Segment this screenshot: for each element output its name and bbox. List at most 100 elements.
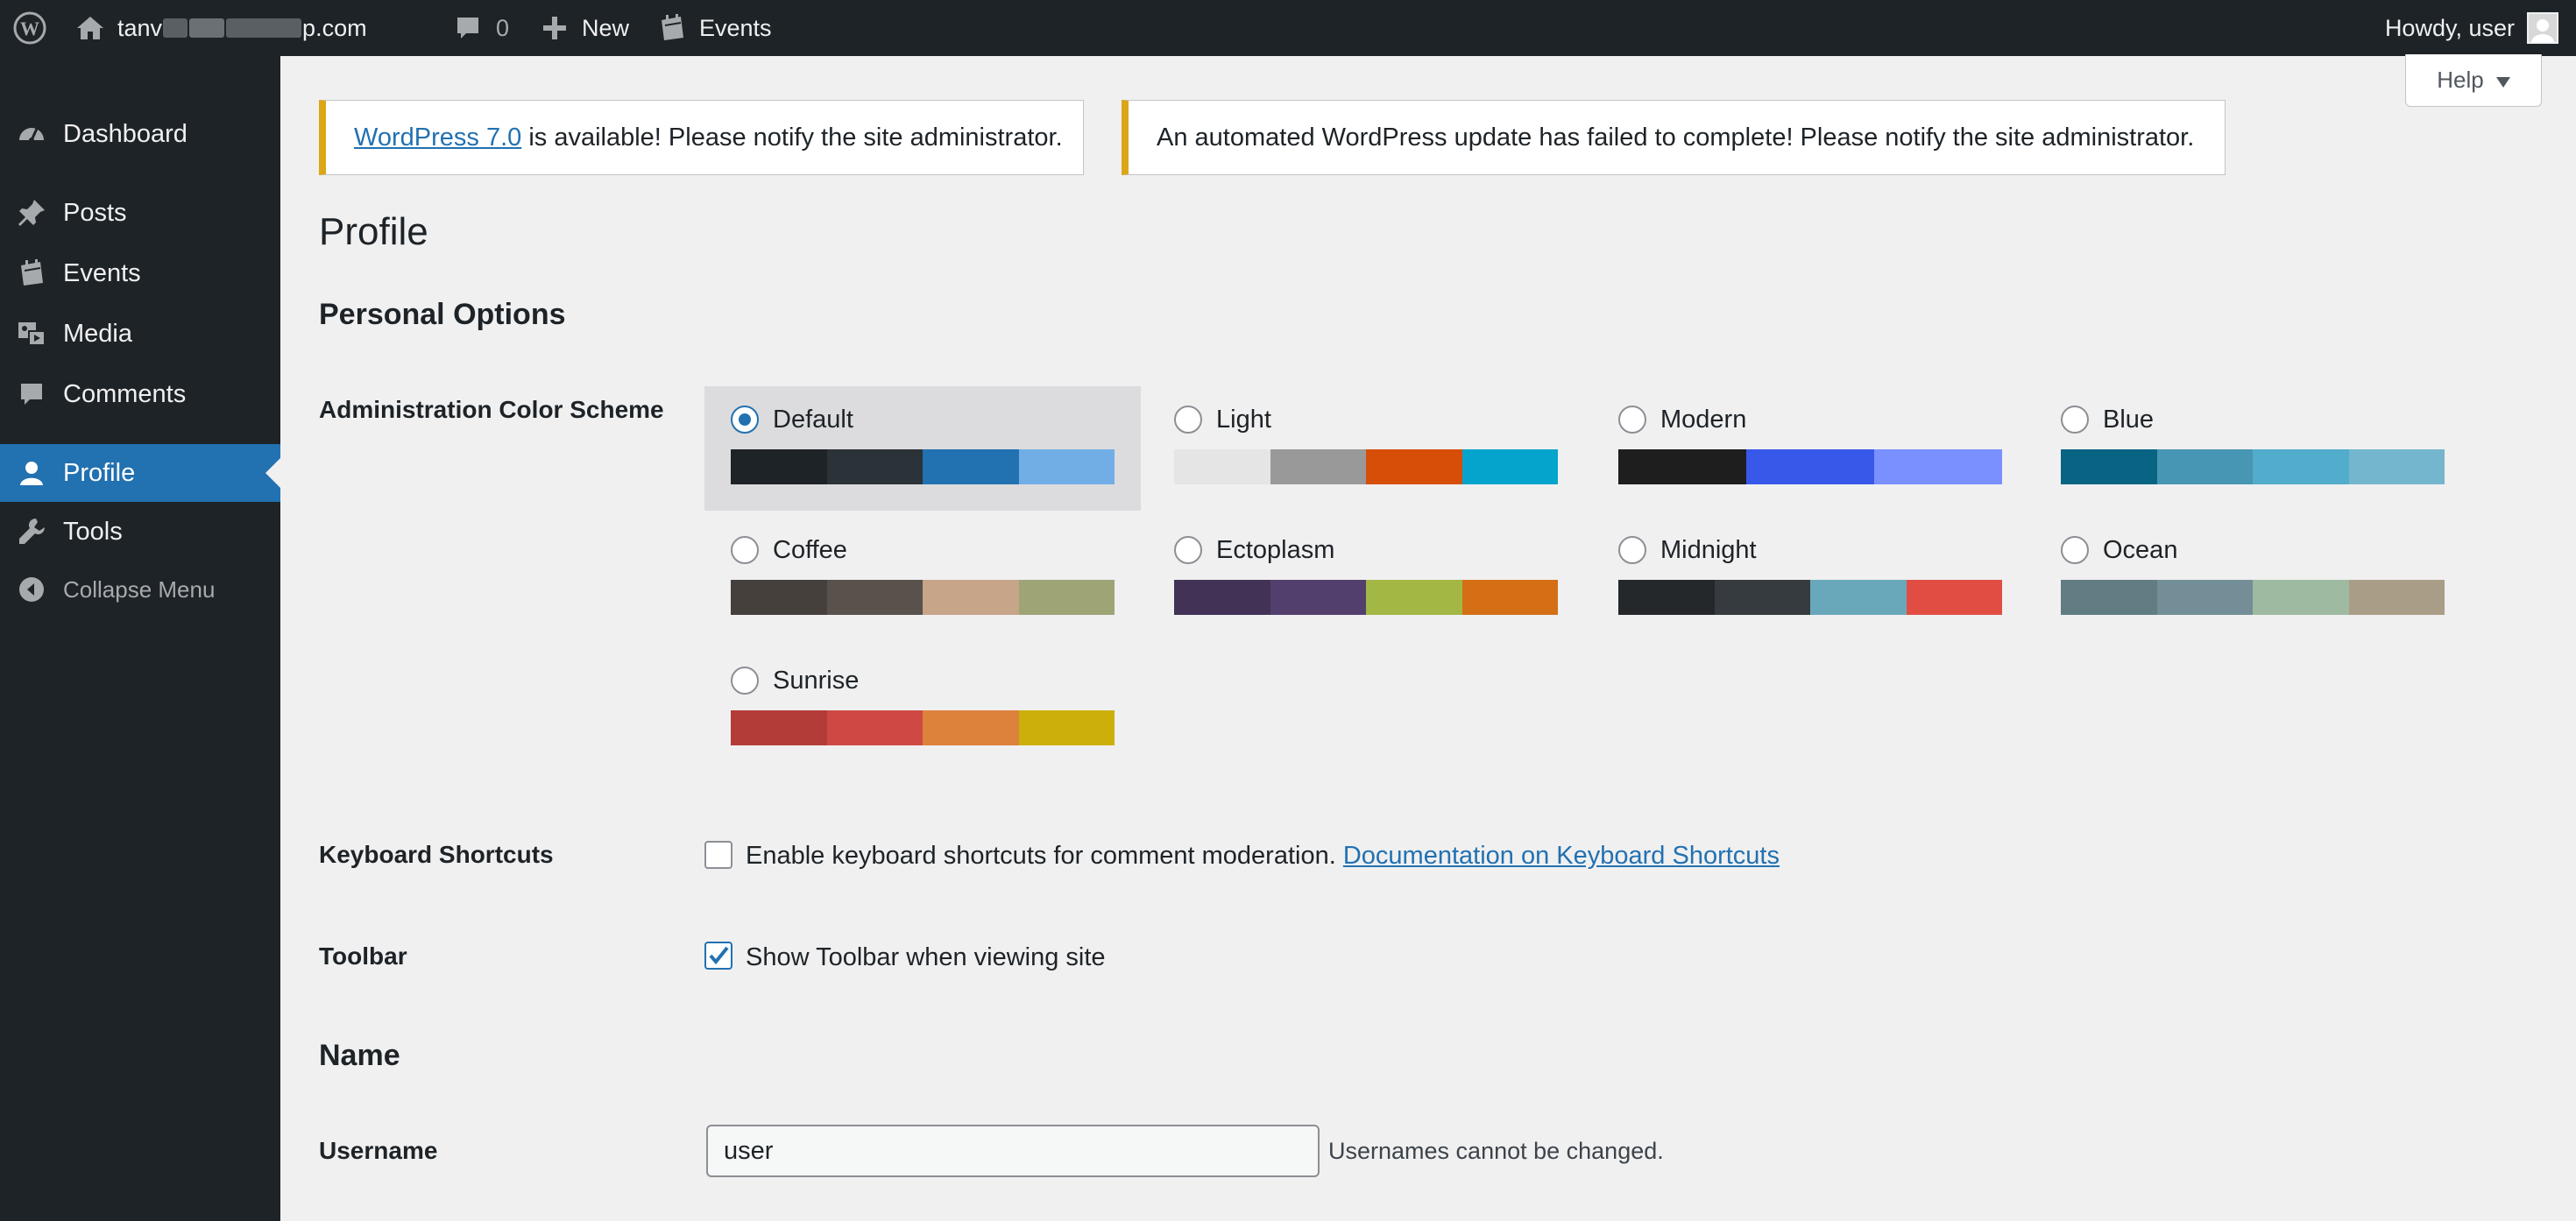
- site-name-suffix: p.com: [302, 14, 367, 41]
- color-scheme-radio[interactable]: [1618, 536, 1646, 564]
- show-toolbar-text: Show Toolbar when viewing site: [746, 943, 1106, 971]
- color-scheme-option[interactable]: Default: [704, 386, 1141, 511]
- admin-sidebar-menu: Dashboard Posts Events Media Comments Pr…: [0, 56, 280, 1221]
- color-swatches: [1174, 580, 1558, 615]
- help-tab-button[interactable]: Help: [2405, 54, 2542, 107]
- color-swatch: [2253, 449, 2349, 484]
- color-swatch: [1746, 449, 1874, 484]
- color-swatch: [1618, 580, 1715, 615]
- calendar-icon: [657, 13, 687, 43]
- color-swatch: [923, 449, 1019, 484]
- color-swatches: [731, 580, 1115, 615]
- color-scheme-radio[interactable]: [731, 406, 759, 434]
- color-swatches: [2061, 449, 2445, 484]
- color-swatch: [731, 449, 827, 484]
- sidebar-item-tools[interactable]: Tools: [0, 503, 280, 561]
- color-scheme-option[interactable]: Midnight: [1592, 517, 2028, 641]
- keyboard-shortcuts-docs-link[interactable]: Documentation on Keyboard Shortcuts: [1343, 842, 1780, 870]
- comments-link[interactable]: 0: [454, 0, 509, 56]
- new-label: New: [582, 14, 630, 41]
- color-swatch: [2061, 449, 2157, 484]
- color-scheme-option[interactable]: Modern: [1592, 386, 2028, 511]
- account-menu[interactable]: Howdy, user: [2385, 0, 2558, 56]
- sidebar-item-media[interactable]: Media: [0, 305, 280, 363]
- color-scheme-label: Administration Color Scheme: [319, 396, 664, 423]
- sidebar-item-dashboard[interactable]: Dashboard: [0, 105, 280, 163]
- color-scheme-option[interactable]: Ectoplasm: [1148, 517, 1584, 641]
- collapse-menu-button[interactable]: Collapse Menu: [0, 561, 280, 618]
- pin-icon: [16, 197, 47, 229]
- keyboard-shortcuts-label: Keyboard Shortcuts: [319, 841, 554, 868]
- calendar-icon: [16, 258, 47, 289]
- color-scheme-option[interactable]: Sunrise: [704, 647, 1141, 772]
- events-label: Events: [699, 14, 772, 41]
- color-scheme-option[interactable]: Blue: [2035, 386, 2471, 511]
- color-scheme-option[interactable]: Light: [1148, 386, 1584, 511]
- user-icon: [16, 457, 47, 489]
- color-scheme-radio[interactable]: [2061, 406, 2089, 434]
- site-name-prefix: tanv: [117, 14, 163, 41]
- color-swatch: [1714, 580, 1810, 615]
- color-swatch: [2253, 580, 2349, 615]
- wordpress-version-link[interactable]: WordPress 7.0: [354, 124, 521, 152]
- color-swatch: [826, 710, 923, 745]
- plus-icon: [541, 15, 568, 41]
- color-swatch: [2156, 580, 2253, 615]
- color-swatch: [826, 449, 923, 484]
- blurred-text: [189, 18, 225, 38]
- comments-count: 0: [496, 14, 510, 41]
- wordpress-logo-icon[interactable]: W: [12, 0, 47, 56]
- sidebar-item-events[interactable]: Events: [0, 244, 280, 302]
- color-swatch: [923, 580, 1019, 615]
- media-icon: [16, 318, 47, 349]
- site-name-link[interactable]: tanv p.com: [75, 0, 367, 56]
- color-swatch: [1270, 449, 1366, 484]
- new-content-link[interactable]: New: [541, 0, 629, 56]
- color-swatch: [1461, 580, 1558, 615]
- home-icon: [75, 14, 105, 42]
- color-scheme-radio[interactable]: [1174, 536, 1202, 564]
- color-swatch: [923, 710, 1019, 745]
- color-scheme-radio[interactable]: [1174, 406, 1202, 434]
- color-swatch: [1018, 449, 1115, 484]
- color-scheme-radio[interactable]: [1618, 406, 1646, 434]
- name-section-heading: Name: [319, 1039, 400, 1072]
- color-swatch: [1174, 580, 1270, 615]
- collapse-icon: [16, 574, 47, 605]
- sidebar-item-profile[interactable]: Profile: [0, 444, 280, 502]
- color-scheme-option[interactable]: Coffee: [704, 517, 1141, 641]
- dashboard-icon: [16, 118, 47, 150]
- color-swatch: [731, 710, 827, 745]
- wrench-icon: [16, 516, 47, 547]
- color-scheme-option[interactable]: Ocean: [2035, 517, 2471, 641]
- update-failed-text: An automated WordPress update has failed…: [1157, 123, 2195, 152]
- username-description: Usernames cannot be changed.: [1328, 1138, 1664, 1164]
- page-title: Profile: [319, 210, 428, 253]
- username-input[interactable]: [706, 1125, 1320, 1177]
- color-swatch: [2348, 449, 2445, 484]
- color-swatch: [2348, 580, 2445, 615]
- keyboard-shortcuts-checkbox[interactable]: [704, 841, 732, 869]
- color-swatch: [1366, 580, 1462, 615]
- color-scheme-radio[interactable]: [731, 536, 759, 564]
- color-swatch: [2156, 449, 2253, 484]
- sidebar-item-comments[interactable]: Comments: [0, 365, 280, 423]
- color-swatch: [1810, 580, 1907, 615]
- color-scheme-radio[interactable]: [2061, 536, 2089, 564]
- color-swatches: [1174, 449, 1558, 484]
- comment-icon: [16, 378, 47, 410]
- checkmark-icon: [709, 946, 729, 965]
- color-swatch: [1174, 449, 1270, 484]
- color-swatch: [1618, 449, 1746, 484]
- color-swatch: [1270, 580, 1366, 615]
- events-link[interactable]: Events: [657, 0, 772, 56]
- color-swatches: [1618, 580, 2002, 615]
- update-failed-notice: An automated WordPress update has failed…: [1122, 100, 2226, 175]
- show-toolbar-checkbox[interactable]: [704, 942, 732, 970]
- color-scheme-radio[interactable]: [731, 667, 759, 695]
- color-swatch: [1018, 710, 1115, 745]
- sidebar-item-posts[interactable]: Posts: [0, 184, 280, 242]
- update-available-notice: WordPress 7.0 is available! Please notif…: [319, 100, 1084, 175]
- svg-text:W: W: [20, 18, 39, 39]
- help-label: Help: [2437, 67, 2484, 93]
